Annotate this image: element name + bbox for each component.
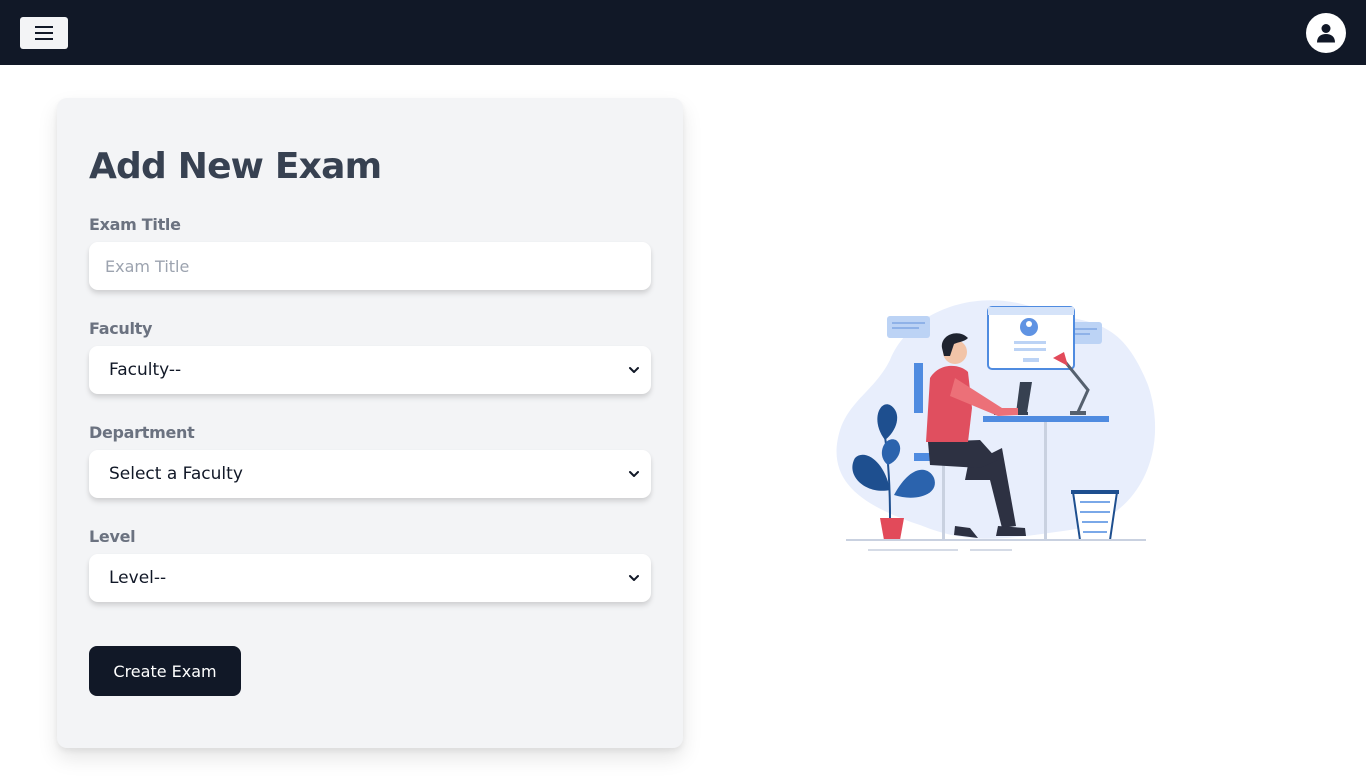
- chevron-down-icon: [629, 367, 639, 373]
- department-label: Department: [89, 423, 195, 442]
- user-avatar-icon: [1317, 24, 1335, 43]
- person-working-at-desk-illustration: [836, 300, 1156, 551]
- faculty-selected-value: Faculty--: [109, 360, 182, 380]
- user-profile-button[interactable]: [1306, 13, 1346, 53]
- page-title: Add New Exam: [89, 146, 382, 187]
- chevron-down-icon: [629, 471, 639, 477]
- department-select[interactable]: Select a Faculty: [89, 450, 651, 498]
- exam-title-input[interactable]: Exam Title: [89, 242, 651, 290]
- department-selected-value: Select a Faculty: [109, 464, 243, 484]
- menu-toggle-button[interactable]: [20, 17, 68, 49]
- level-selected-value: Level--: [109, 568, 167, 588]
- faculty-select[interactable]: Faculty--: [89, 346, 651, 394]
- add-exam-form-card: Add New Exam Exam Title Exam Title Facul…: [57, 98, 683, 748]
- exam-title-placeholder: Exam Title: [105, 256, 190, 276]
- exam-title-label: Exam Title: [89, 215, 181, 234]
- create-exam-button[interactable]: Create Exam: [89, 646, 241, 696]
- level-select[interactable]: Level--: [89, 554, 651, 602]
- faculty-label: Faculty: [89, 319, 153, 338]
- hamburger-menu-icon: [35, 26, 53, 40]
- level-label: Level: [89, 527, 136, 546]
- illustration: [830, 290, 1160, 560]
- top-navbar: [0, 0, 1366, 65]
- chevron-down-icon: [629, 575, 639, 581]
